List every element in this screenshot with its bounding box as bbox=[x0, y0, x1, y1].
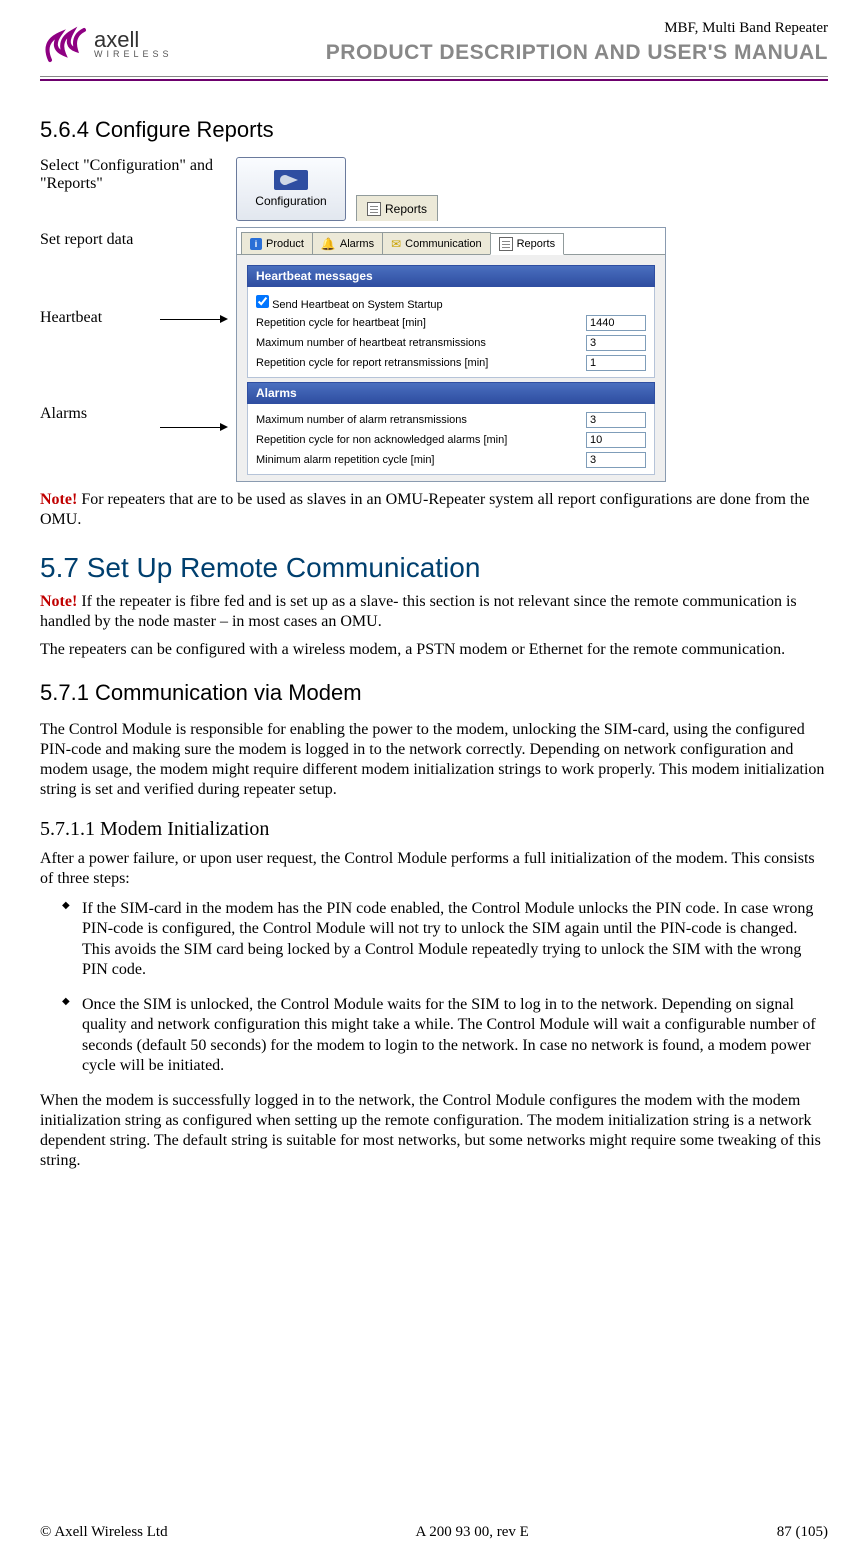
alarms-label: Alarms bbox=[40, 405, 87, 423]
send-heartbeat-label: Send Heartbeat on System Startup bbox=[272, 299, 443, 311]
heading-5-7: 5.7 Set Up Remote Communication bbox=[40, 552, 828, 584]
header-rule-2 bbox=[40, 79, 828, 81]
tab-communication[interactable]: ✉ Communication bbox=[382, 232, 490, 254]
al-row1-input[interactable] bbox=[586, 432, 646, 448]
wrench-icon bbox=[274, 170, 308, 190]
bullet-5711-0: If the SIM-card in the modem has the PIN… bbox=[62, 899, 828, 981]
header-rule-1 bbox=[40, 76, 828, 77]
logo: axell WIRELESS bbox=[40, 20, 173, 68]
info-icon: i bbox=[250, 238, 262, 250]
reports-panel: iProduct 🔔Alarms ✉Communication Reports … bbox=[236, 227, 666, 482]
bullet-list-5711: If the SIM-card in the modem has the PIN… bbox=[62, 899, 828, 1077]
tab-product-label: Product bbox=[266, 238, 304, 250]
tab-reports[interactable]: Reports bbox=[490, 233, 565, 255]
reports-tab-label: Reports bbox=[385, 202, 427, 216]
bullet-5711-1: Once the SIM is unlocked, the Control Mo… bbox=[62, 995, 828, 1077]
p-57-1: The repeaters can be configured with a w… bbox=[40, 640, 828, 660]
al-row2-label: Minimum alarm repetition cycle [min] bbox=[256, 454, 435, 466]
panel-tabstrip: i Product 🔔 Alarms ✉ Communication Reports bbox=[237, 228, 665, 255]
step1-label: Select "Configuration" and "Reports" bbox=[40, 157, 220, 193]
heading-5-6-4: 5.6.4 Configure Reports bbox=[40, 117, 828, 143]
note-564-text: For repeaters that are to be used as sla… bbox=[40, 491, 810, 528]
al-row0-label: Maximum number of alarm retransmissions bbox=[256, 414, 467, 426]
note-564-prefix: Note! bbox=[40, 491, 77, 508]
send-heartbeat-checkbox[interactable] bbox=[256, 295, 269, 308]
step2-label: Set report data bbox=[40, 231, 133, 249]
doc-subtitle: MBF, Multi Band Repeater bbox=[326, 20, 828, 37]
p-5711-1: After a power failure, or upon user requ… bbox=[40, 849, 828, 889]
hb-row0-input[interactable] bbox=[586, 315, 646, 331]
group-heartbeat-body: Send Heartbeat on System Startup Repetit… bbox=[247, 287, 655, 378]
footer-left: © Axell Wireless Ltd bbox=[40, 1524, 168, 1541]
reports-tab-button[interactable]: Reports bbox=[356, 195, 438, 221]
logo-swirl-icon bbox=[40, 20, 88, 68]
note-57-prefix: Note! bbox=[40, 593, 77, 610]
tab-reports-label: Reports bbox=[517, 238, 556, 250]
footer-center: A 200 93 00, rev E bbox=[416, 1524, 529, 1541]
tab-communication-label: Communication bbox=[405, 238, 481, 250]
heartbeat-label: Heartbeat bbox=[40, 309, 102, 327]
heading-5-7-1: 5.7.1 Communication via Modem bbox=[40, 680, 828, 706]
group-alarms-header: Alarms bbox=[247, 382, 655, 404]
hb-row0-label: Repetition cycle for heartbeat [min] bbox=[256, 317, 426, 329]
group-heartbeat-header: Heartbeat messages bbox=[247, 265, 655, 287]
hb-row2-input[interactable] bbox=[586, 355, 646, 371]
note-564: Note! For repeaters that are to be used … bbox=[40, 490, 828, 530]
header-titles: MBF, Multi Band Repeater PRODUCT DESCRIP… bbox=[326, 20, 828, 65]
arrow-alarms-line bbox=[160, 427, 220, 428]
al-row2-input[interactable] bbox=[586, 452, 646, 468]
page-footer: © Axell Wireless Ltd A 200 93 00, rev E … bbox=[40, 1524, 828, 1541]
document-icon bbox=[499, 237, 513, 251]
logo-text: axell WIRELESS bbox=[94, 30, 173, 58]
footer-right: 87 (105) bbox=[777, 1524, 828, 1541]
arrow-alarms-head-icon bbox=[220, 423, 228, 431]
heading-5-7-1-1: 5.7.1.1 Modem Initialization bbox=[40, 818, 828, 841]
al-row1-label: Repetition cycle for non acknowledged al… bbox=[256, 434, 507, 446]
configuration-button[interactable]: Configuration bbox=[236, 157, 346, 221]
note-57-text: If the repeater is fibre fed and is set … bbox=[40, 593, 797, 630]
p-5711-2: When the modem is successfully logged in… bbox=[40, 1091, 828, 1171]
group-alarms-body: Maximum number of alarm retransmissions … bbox=[247, 404, 655, 475]
bell-icon: 🔔 bbox=[321, 237, 336, 251]
arrow-heartbeat-line bbox=[160, 319, 220, 320]
tab-product[interactable]: i Product bbox=[241, 232, 313, 254]
arrow-heartbeat-head-icon bbox=[220, 315, 228, 323]
envelope-icon: ✉ bbox=[391, 237, 401, 251]
tab-alarms[interactable]: 🔔 Alarms bbox=[312, 232, 383, 254]
document-icon bbox=[367, 202, 381, 216]
send-heartbeat-row: Send Heartbeat on System Startup bbox=[256, 295, 443, 311]
al-row0-input[interactable] bbox=[586, 412, 646, 428]
doc-title: PRODUCT DESCRIPTION AND USER'S MANUAL bbox=[326, 41, 828, 65]
note-57: Note! If the repeater is fibre fed and i… bbox=[40, 592, 828, 632]
page-header: axell WIRELESS MBF, Multi Band Repeater … bbox=[40, 20, 828, 68]
hb-row2-label: Repetition cycle for report retransmissi… bbox=[256, 357, 488, 369]
tab-alarms-label: Alarms bbox=[340, 238, 374, 250]
hb-row1-input[interactable] bbox=[586, 335, 646, 351]
configuration-button-label: Configuration bbox=[255, 194, 326, 208]
hb-row1-label: Maximum number of heartbeat retransmissi… bbox=[256, 337, 486, 349]
p-571-1: The Control Module is responsible for en… bbox=[40, 720, 828, 800]
